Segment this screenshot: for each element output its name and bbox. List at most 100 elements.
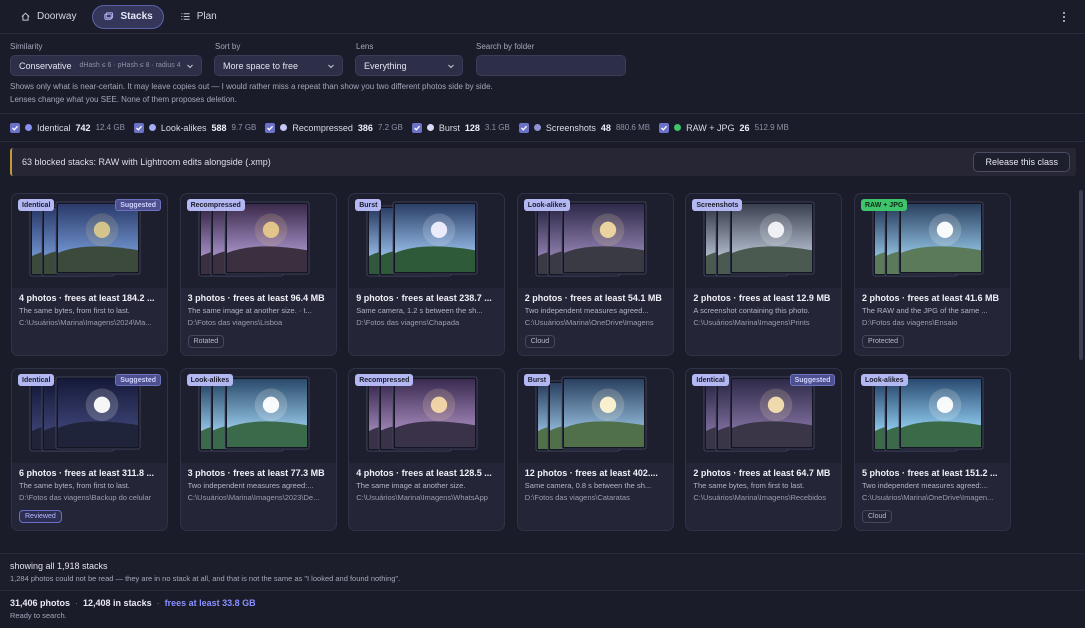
sort-label: Sort by (215, 42, 241, 51)
lens-size: 3.1 GB (484, 123, 510, 132)
check-icon (661, 125, 668, 131)
tab-plan-label: Plan (196, 11, 217, 22)
stack-title: 2 photos · frees at least 54.1 MB (524, 293, 662, 303)
stack-card[interactable]: Look-alikes 3 photos · frees at least 77… (179, 368, 337, 531)
check-icon (12, 125, 19, 131)
lens-size: 9.7 GB (231, 123, 257, 132)
lens-name: Recompressed (292, 122, 353, 133)
stack-type-badge: Screenshots (692, 199, 743, 211)
stack-folder-path: C:\Usuários\Marina\Imagens\2023\De... (187, 493, 320, 502)
stack-card[interactable]: Recompressed 4 photos · frees at least 1… (348, 368, 506, 531)
stacks-icon (104, 12, 114, 20)
sort-select[interactable]: More space to free (214, 55, 343, 76)
status-text: Ready to search. (10, 611, 67, 620)
checkbox[interactable] (518, 122, 529, 133)
release-class-button[interactable]: Release this class (973, 152, 1070, 172)
checkbox[interactable] (659, 122, 670, 133)
stack-type-badge: Identical (18, 199, 55, 211)
stack-title: 2 photos · frees at least 41.6 MB (862, 293, 1000, 303)
tab-plan[interactable]: Plan (170, 5, 227, 29)
checkbox[interactable] (411, 122, 422, 133)
stack-title: 12 photos · frees at least 402.... (524, 468, 658, 478)
stack-title: 5 photos · frees at least 151.2 ... (862, 468, 998, 478)
checkbox[interactable] (265, 122, 276, 133)
stack-card[interactable]: Identical Suggested 4 photos · frees at … (11, 193, 168, 356)
stack-type-badge: Burst (355, 199, 382, 211)
more-menu-icon[interactable] (1061, 10, 1067, 24)
stack-card[interactable]: Recompressed 3 photos · frees at least 9… (179, 193, 337, 356)
chevron-down-icon (328, 64, 334, 69)
stack-card[interactable]: Look-alikes 5 photos · frees at least 15… (854, 368, 1011, 531)
list-icon (181, 13, 190, 20)
stack-description: The same bytes, from first to last. (693, 481, 805, 490)
photo-count: 31,406 photos (10, 598, 71, 608)
stack-card[interactable]: Identical Suggested 2 photos · frees at … (685, 368, 843, 531)
chevron-down-icon (187, 64, 193, 69)
tab-doorway[interactable]: Doorway (10, 5, 86, 29)
similarity-detail: dHash ≤ 6 · pHash ≤ 8 · radius 4 (79, 62, 181, 69)
stack-card[interactable]: Identical Suggested 6 photos · frees at … (11, 368, 168, 531)
stack-description: Two independent measures agreed... (524, 306, 649, 315)
stack-card[interactable]: Screenshots 2 photos · frees at least 12… (685, 193, 843, 356)
results-summary: showing all 1,918 stacks 1,284 photos co… (0, 553, 1085, 591)
lens-count: 26 (739, 122, 750, 133)
lens-count: 386 (357, 122, 373, 133)
stack-type-badge: Identical (692, 374, 729, 386)
lens-count: 742 (75, 122, 91, 133)
stack-card[interactable]: Look-alikes 2 photos · frees at least 54… (516, 193, 674, 356)
lens-size: 12.4 GB (95, 123, 125, 132)
lens-size: 7.2 GB (377, 123, 403, 132)
lens-recompressed[interactable]: Recompressed 386 7.2 GB (265, 122, 403, 133)
stack-description: Same camera, 0.8 s between the sh... (524, 481, 652, 490)
lens-look-alikes[interactable]: Look-alikes 588 9.7 GB (133, 122, 257, 133)
stack-description: Same camera, 1.2 s between the sh... (356, 306, 483, 315)
lens-count: 128 (464, 122, 480, 133)
stack-card[interactable]: RAW + JPG 2 photos · frees at least 41.6… (854, 193, 1011, 356)
similarity-note: Shows only what is near-certain. It may … (10, 82, 493, 91)
lens-value: Everything (364, 60, 407, 71)
tab-stacks[interactable]: Stacks (92, 4, 164, 29)
stack-folder-path: D:\Fotos das viagens\Cataratas (524, 493, 630, 502)
stack-tag-chip: Protected (862, 335, 904, 348)
stack-tag-chip: Reviewed (19, 510, 62, 523)
similarity-select[interactable]: Conservative dHash ≤ 6 · pHash ≤ 8 · rad… (10, 55, 202, 76)
stack-type-badge: Recompressed (186, 199, 245, 211)
stack-card[interactable]: Burst 9 photos · frees at least 238.7 ..… (348, 193, 506, 356)
stack-description: The same image at another size. (356, 481, 466, 490)
similarity-value: Conservative (19, 60, 72, 71)
search-input[interactable] (476, 55, 626, 76)
lens-name: Screenshots (545, 122, 596, 133)
sort-value: More space to free (223, 60, 299, 71)
status-bar: 31,406 photos · 12,408 in stacks · frees at … (0, 592, 1085, 628)
lens-count: 588 (211, 122, 227, 133)
stack-folder-path: C:\Usuários\Marina\Imagens\2024\Ma... (19, 318, 152, 327)
stack-folder-path: D:\Fotos das viagens\Backup do celular (19, 493, 152, 502)
stack-folder-path: D:\Fotos das viagens\Chapada (356, 318, 460, 327)
stack-folder-path: C:\Usuários\Marina\Imagens\WhatsApp (356, 493, 488, 502)
stack-card[interactable]: Burst 12 photos · frees at least 402....… (516, 368, 674, 531)
stack-type-badge: RAW + JPG (861, 199, 908, 211)
checkbox[interactable] (10, 122, 20, 133)
search-label: Search by folder (476, 42, 535, 51)
showing-count: showing all 1,918 stacks (10, 561, 108, 571)
lens-count: 48 (600, 122, 611, 133)
lens-screenshots[interactable]: Screenshots 48 880.6 MB (518, 122, 650, 133)
lens-select[interactable]: Everything (355, 55, 463, 76)
stack-description: Two independent measures agreed:... (862, 481, 988, 490)
stack-tag-chip: Cloud (524, 335, 556, 348)
stack-grid: Identical Suggested 4 photos · frees at … (0, 182, 1085, 552)
stack-type-badge: Look-alikes (523, 199, 571, 211)
banner-text: 63 blocked stacks: RAW with Lightroom ed… (22, 157, 271, 167)
lens-name: Burst (438, 122, 460, 133)
lens-burst[interactable]: Burst 128 3.1 GB (411, 122, 510, 133)
stack-description: Two independent measures agreed:... (187, 481, 314, 490)
stack-type-badge: Burst (523, 374, 551, 386)
lens-identical[interactable]: Identical 742 12.4 GB (10, 122, 125, 133)
scrollbar[interactable] (1079, 190, 1083, 360)
stack-folder-path: D:\Fotos das viagens\Ensaio (862, 318, 958, 327)
unread-note: 1,284 photos could not be read — they ar… (10, 574, 401, 583)
stack-type-badge: Recompressed (355, 374, 414, 386)
stack-folder-path: C:\Usuários\Marina\Imagens\Recebidos (693, 493, 826, 502)
checkbox[interactable] (133, 122, 144, 133)
lens-raw-jpg[interactable]: RAW + JPG 26 512.9 MB (659, 122, 789, 133)
